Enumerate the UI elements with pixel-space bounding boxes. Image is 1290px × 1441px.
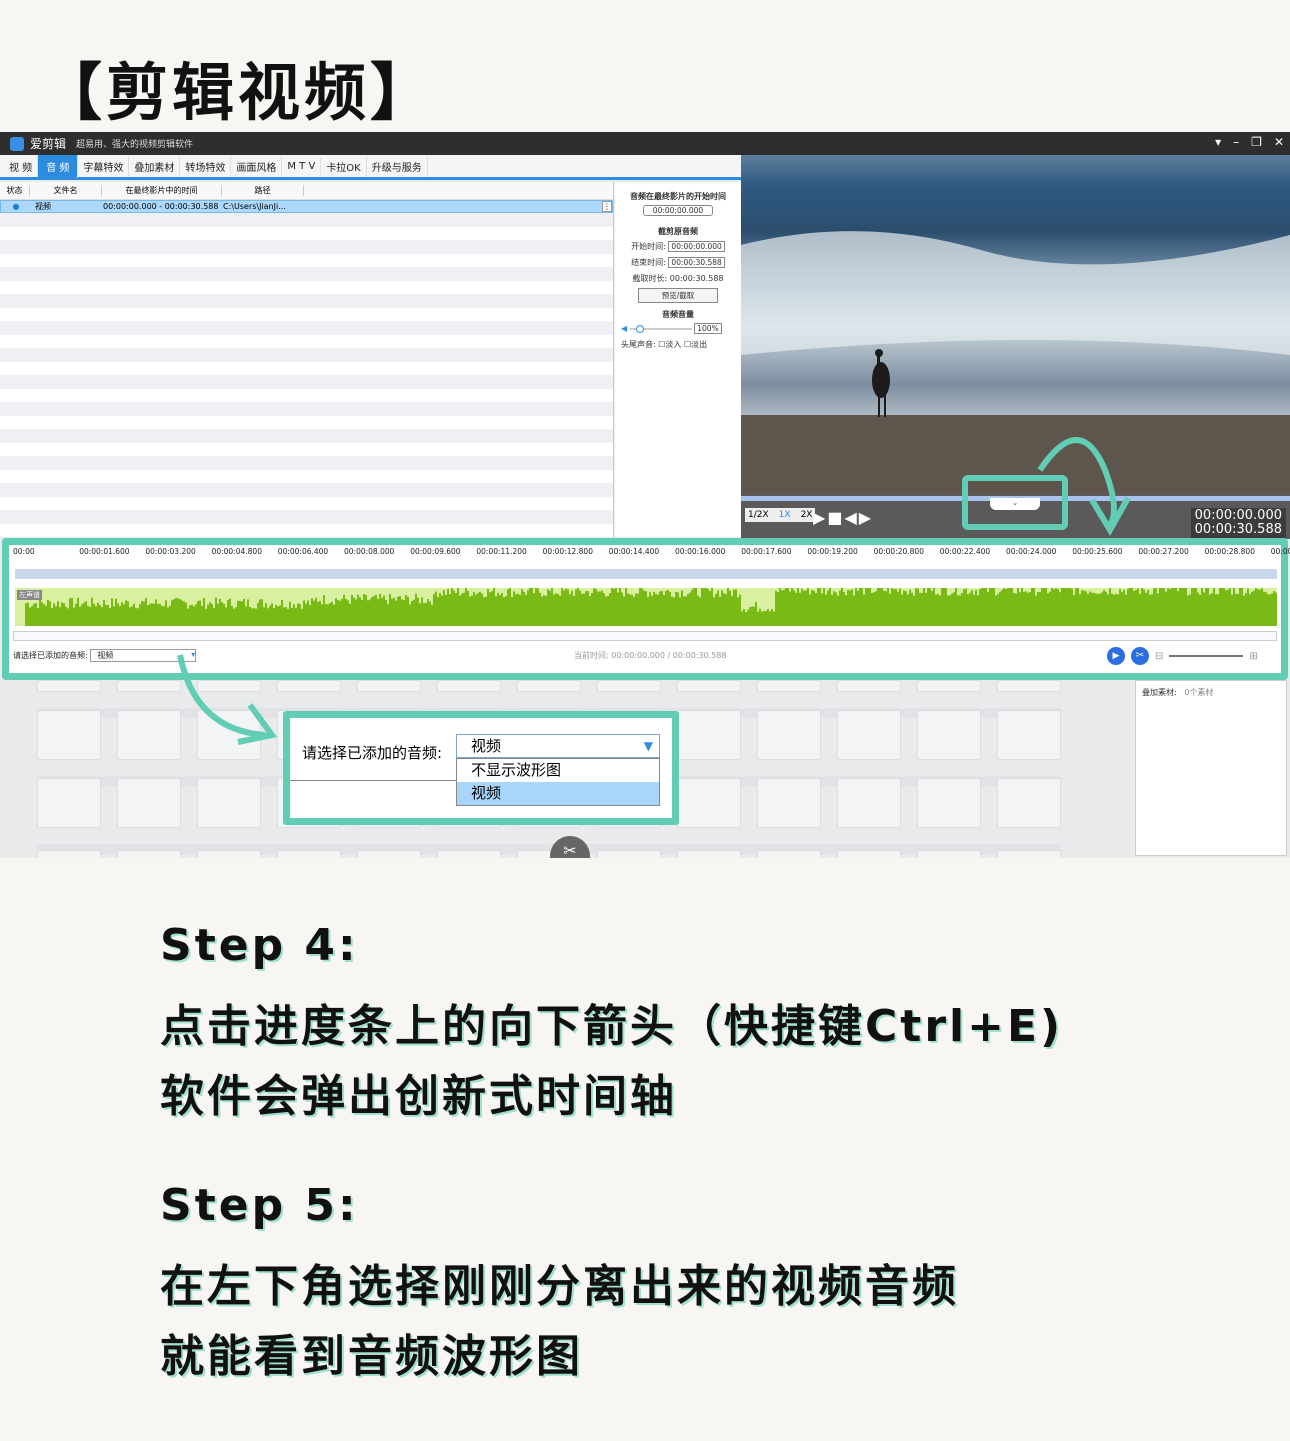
step5-line1: 在左下角选择刚刚分离出来的视频音频 [160, 1261, 959, 1312]
step4-line1: 点击进度条上的向下箭头（快捷键Ctrl+E) [160, 1001, 1064, 1052]
step5-line2: 就能看到音频波形图 [160, 1331, 583, 1382]
annotation-arrows [177, 437, 1131, 745]
step4-title: Step 4: [160, 920, 359, 971]
step5-title: Step 5: [160, 1180, 359, 1231]
step4-line2: 软件会弹出创新式时间轴 [160, 1071, 677, 1122]
